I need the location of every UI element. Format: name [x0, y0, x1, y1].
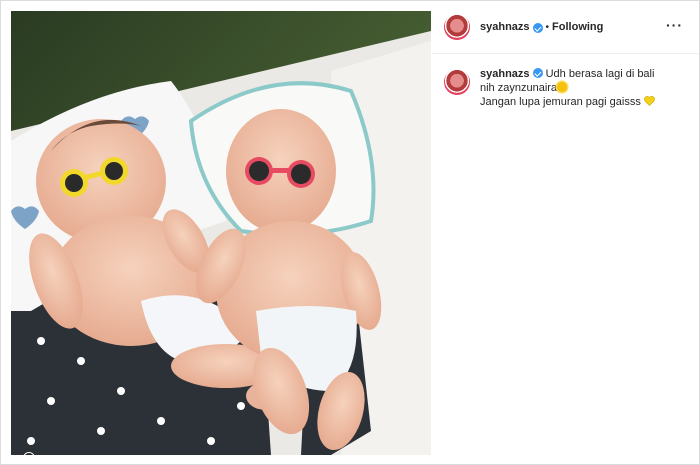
sun-emoji-icon	[557, 82, 568, 92]
separator-dot: •	[545, 21, 550, 33]
caption-avatar[interactable]	[444, 69, 470, 95]
caption-username-link[interactable]: syahnazs	[480, 68, 530, 80]
caption-text: syahnazs Udh berasa lagi di bali nih zay…	[480, 67, 680, 109]
verified-badge-icon	[532, 68, 543, 78]
instagram-post-frame: syahnazs • Following ··· syahnazs Udh be…	[0, 0, 700, 465]
post-header: syahnazs • Following ···	[432, 1, 699, 54]
caption: syahnazs Udh berasa lagi di bali nih zay…	[432, 67, 699, 109]
avatar[interactable]	[444, 14, 470, 40]
post-photo[interactable]	[11, 11, 431, 455]
baby-photo-illustration	[11, 11, 431, 455]
more-options-icon[interactable]: ···	[666, 17, 683, 33]
verified-badge-icon	[532, 23, 543, 33]
caption-line-3: Jangan lupa jemuran pagi gaisss	[480, 96, 641, 108]
post-side-panel: syahnazs • Following ··· syahnazs Udh be…	[432, 1, 699, 464]
yellow-heart-emoji-icon	[644, 96, 655, 106]
caption-line-1: Udh berasa lagi di bali	[545, 68, 655, 80]
caption-line-2[interactable]: nih zaynzunaira	[480, 82, 557, 94]
following-button[interactable]: Following	[552, 21, 603, 33]
username-link[interactable]: syahnazs	[480, 21, 530, 33]
